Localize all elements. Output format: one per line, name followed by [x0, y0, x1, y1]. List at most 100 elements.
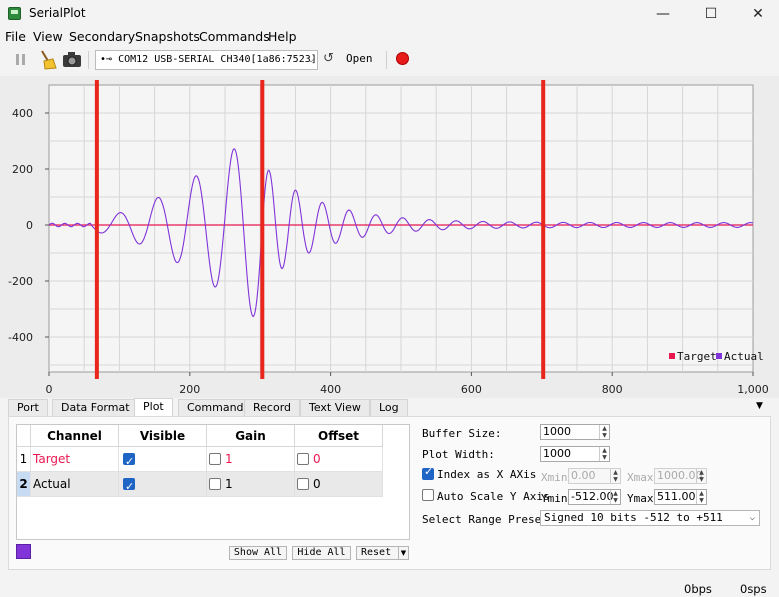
buffer-size-value: 1000 — [543, 425, 571, 438]
menu-help[interactable]: Help — [268, 29, 297, 44]
close-button[interactable]: ✕ — [735, 0, 779, 28]
plot-width-value: 1000 — [543, 447, 571, 460]
ymax-value: 511.00 — [657, 490, 696, 503]
xmin-spinbox: 0.00 ▲ ▼ — [568, 468, 621, 484]
tab-log[interactable]: Log — [370, 399, 408, 416]
gain-cell: 1 — [207, 472, 295, 497]
refresh-icon[interactable]: ↺ — [323, 51, 334, 66]
menu-commands[interactable]: Commands — [199, 29, 270, 44]
tab-text-view[interactable]: Text View — [300, 399, 370, 416]
ymin-spinbox[interactable]: -512.00 ▲ ▼ — [568, 489, 621, 505]
gain-value[interactable]: 1 — [225, 447, 233, 471]
auto-scale-y-checkbox[interactable] — [422, 489, 434, 501]
spin-arrows-icon[interactable]: ▲ ▼ — [696, 490, 706, 504]
record-icon[interactable] — [396, 52, 409, 65]
ymin-label: Ymin — [541, 492, 568, 505]
ymin-value: -512.00 — [571, 490, 614, 503]
plot-width-spinbox[interactable]: 1000 ▲ ▼ — [540, 446, 610, 462]
x-tick-label: 800 — [602, 383, 623, 396]
open-port-button[interactable]: Open — [346, 52, 373, 65]
header-channel: Channel — [31, 425, 119, 447]
toolbar-separator — [88, 51, 89, 69]
legend-swatch — [669, 353, 675, 359]
table-corner — [17, 425, 31, 447]
menu-snapshots[interactable]: Snapshots — [135, 29, 200, 44]
auto-scale-y-label: Auto Scale Y Axis — [437, 490, 550, 503]
maximize-button[interactable]: ☐ — [688, 0, 734, 28]
hide-all-button[interactable]: Hide All — [292, 546, 351, 560]
spin-arrows-icon[interactable]: ▲ ▼ — [599, 447, 609, 461]
offset-cell: 0 — [295, 472, 383, 497]
legend-label: Target — [677, 350, 717, 363]
show-all-button[interactable]: Show All — [229, 546, 287, 560]
port-select[interactable]: •⊸ COM12 USB-SERIAL CH340[1a86:7523] ⌵ — [95, 50, 318, 70]
xmax-spinbox: 1000.00 ▲ ▼ — [654, 468, 707, 484]
y-tick-label: 400 — [12, 107, 33, 120]
spin-arrows-icon: ▲ ▼ — [696, 469, 706, 483]
window-title: SerialPlot — [29, 6, 86, 20]
legend-label: Actual — [724, 350, 764, 363]
buffer-size-spinbox[interactable]: 1000 ▲ ▼ — [540, 424, 610, 440]
offset-cell: 0 — [295, 447, 383, 472]
ymax-label: Ymax — [627, 492, 654, 505]
pause-icon[interactable] — [10, 49, 32, 71]
channel-color-swatch[interactable] — [16, 544, 31, 559]
menu-secondary[interactable]: Secondary — [69, 29, 135, 44]
header-gain: Gain — [207, 425, 295, 447]
buffer-size-label: Buffer Size: — [422, 427, 502, 440]
visible-checkbox[interactable] — [123, 450, 135, 474]
offset-value[interactable]: 0 — [313, 472, 321, 496]
xmax-label: Xmax — [627, 471, 654, 484]
range-preset-value: Signed 10 bits -512 to +511 — [544, 511, 723, 524]
chevron-down-icon: ⌵ — [749, 513, 755, 523]
chevron-down-icon: ⌵ — [307, 54, 314, 65]
toolbar-separator — [386, 51, 387, 69]
gain-value[interactable]: 1 — [225, 472, 233, 496]
ymax-spinbox[interactable]: 511.00 ▲ ▼ — [654, 489, 707, 505]
menu-view[interactable]: View — [33, 29, 63, 44]
visible-checkbox[interactable] — [123, 475, 135, 499]
tab-record[interactable]: Record — [244, 399, 301, 416]
reset-menu-arrow-icon[interactable]: ▼ — [398, 546, 409, 560]
gain-checkbox[interactable] — [209, 453, 221, 465]
y-tick-label: -400 — [8, 331, 33, 344]
header-visible: Visible — [119, 425, 207, 447]
minimize-button[interactable]: — — [640, 0, 686, 28]
clear-broom-icon[interactable] — [36, 49, 58, 71]
xmin-value: 0.00 — [571, 469, 596, 482]
tab-overflow-icon[interactable]: ▼ — [756, 401, 763, 411]
row-number: 1 — [17, 447, 31, 472]
spin-arrows-icon[interactable]: ▲ ▼ — [610, 490, 620, 504]
x-tick-label: 400 — [320, 383, 341, 396]
index-as-x-checkbox[interactable] — [422, 465, 434, 480]
reset-button[interactable]: Reset — [356, 546, 400, 560]
offset-checkbox[interactable] — [297, 453, 309, 465]
plot-chart[interactable]: 400 200 0 -200 -400 0 200 400 600 800 1,000 Target A… — [0, 76, 779, 398]
range-preset-label: Select Range Preset: — [422, 513, 555, 526]
offset-value[interactable]: 0 — [313, 447, 321, 471]
tab-port[interactable]: Port — [8, 399, 48, 416]
status-bps: 0bps — [684, 582, 712, 596]
usb-icon: •⊸ — [100, 54, 113, 65]
x-tick-label: 600 — [461, 383, 482, 396]
table-row[interactable]: 2 Actual 1 0 — [17, 472, 383, 499]
range-preset-dropdown[interactable]: Signed 10 bits -512 to +511 ⌵ — [540, 510, 760, 526]
offset-checkbox[interactable] — [297, 478, 309, 490]
gain-checkbox[interactable] — [209, 478, 221, 490]
menu-file[interactable]: File — [5, 29, 26, 44]
camera-snapshot-icon[interactable] — [61, 49, 83, 71]
index-as-x-label: Index as X AXis — [437, 468, 537, 481]
tab-data-format[interactable]: Data Format — [52, 399, 139, 416]
table-row[interactable]: 1 Target 1 0 — [17, 447, 383, 474]
channel-name[interactable]: Target — [31, 447, 119, 472]
y-tick-label: 200 — [12, 163, 33, 176]
xmin-label: Xmin — [541, 471, 568, 484]
serialplot-app-icon — [8, 7, 21, 20]
x-tick-label: 1,000 — [737, 383, 769, 396]
tab-plot[interactable]: Plot — [134, 398, 173, 416]
status-sps: 0sps — [740, 582, 767, 596]
x-tick-label: 0 — [46, 383, 53, 396]
plot-area[interactable]: 400 200 0 -200 -400 0 200 400 600 800 1,000 Target A… — [0, 76, 779, 398]
channel-name[interactable]: Actual — [31, 472, 119, 497]
spin-arrows-icon[interactable]: ▲ ▼ — [599, 425, 609, 439]
